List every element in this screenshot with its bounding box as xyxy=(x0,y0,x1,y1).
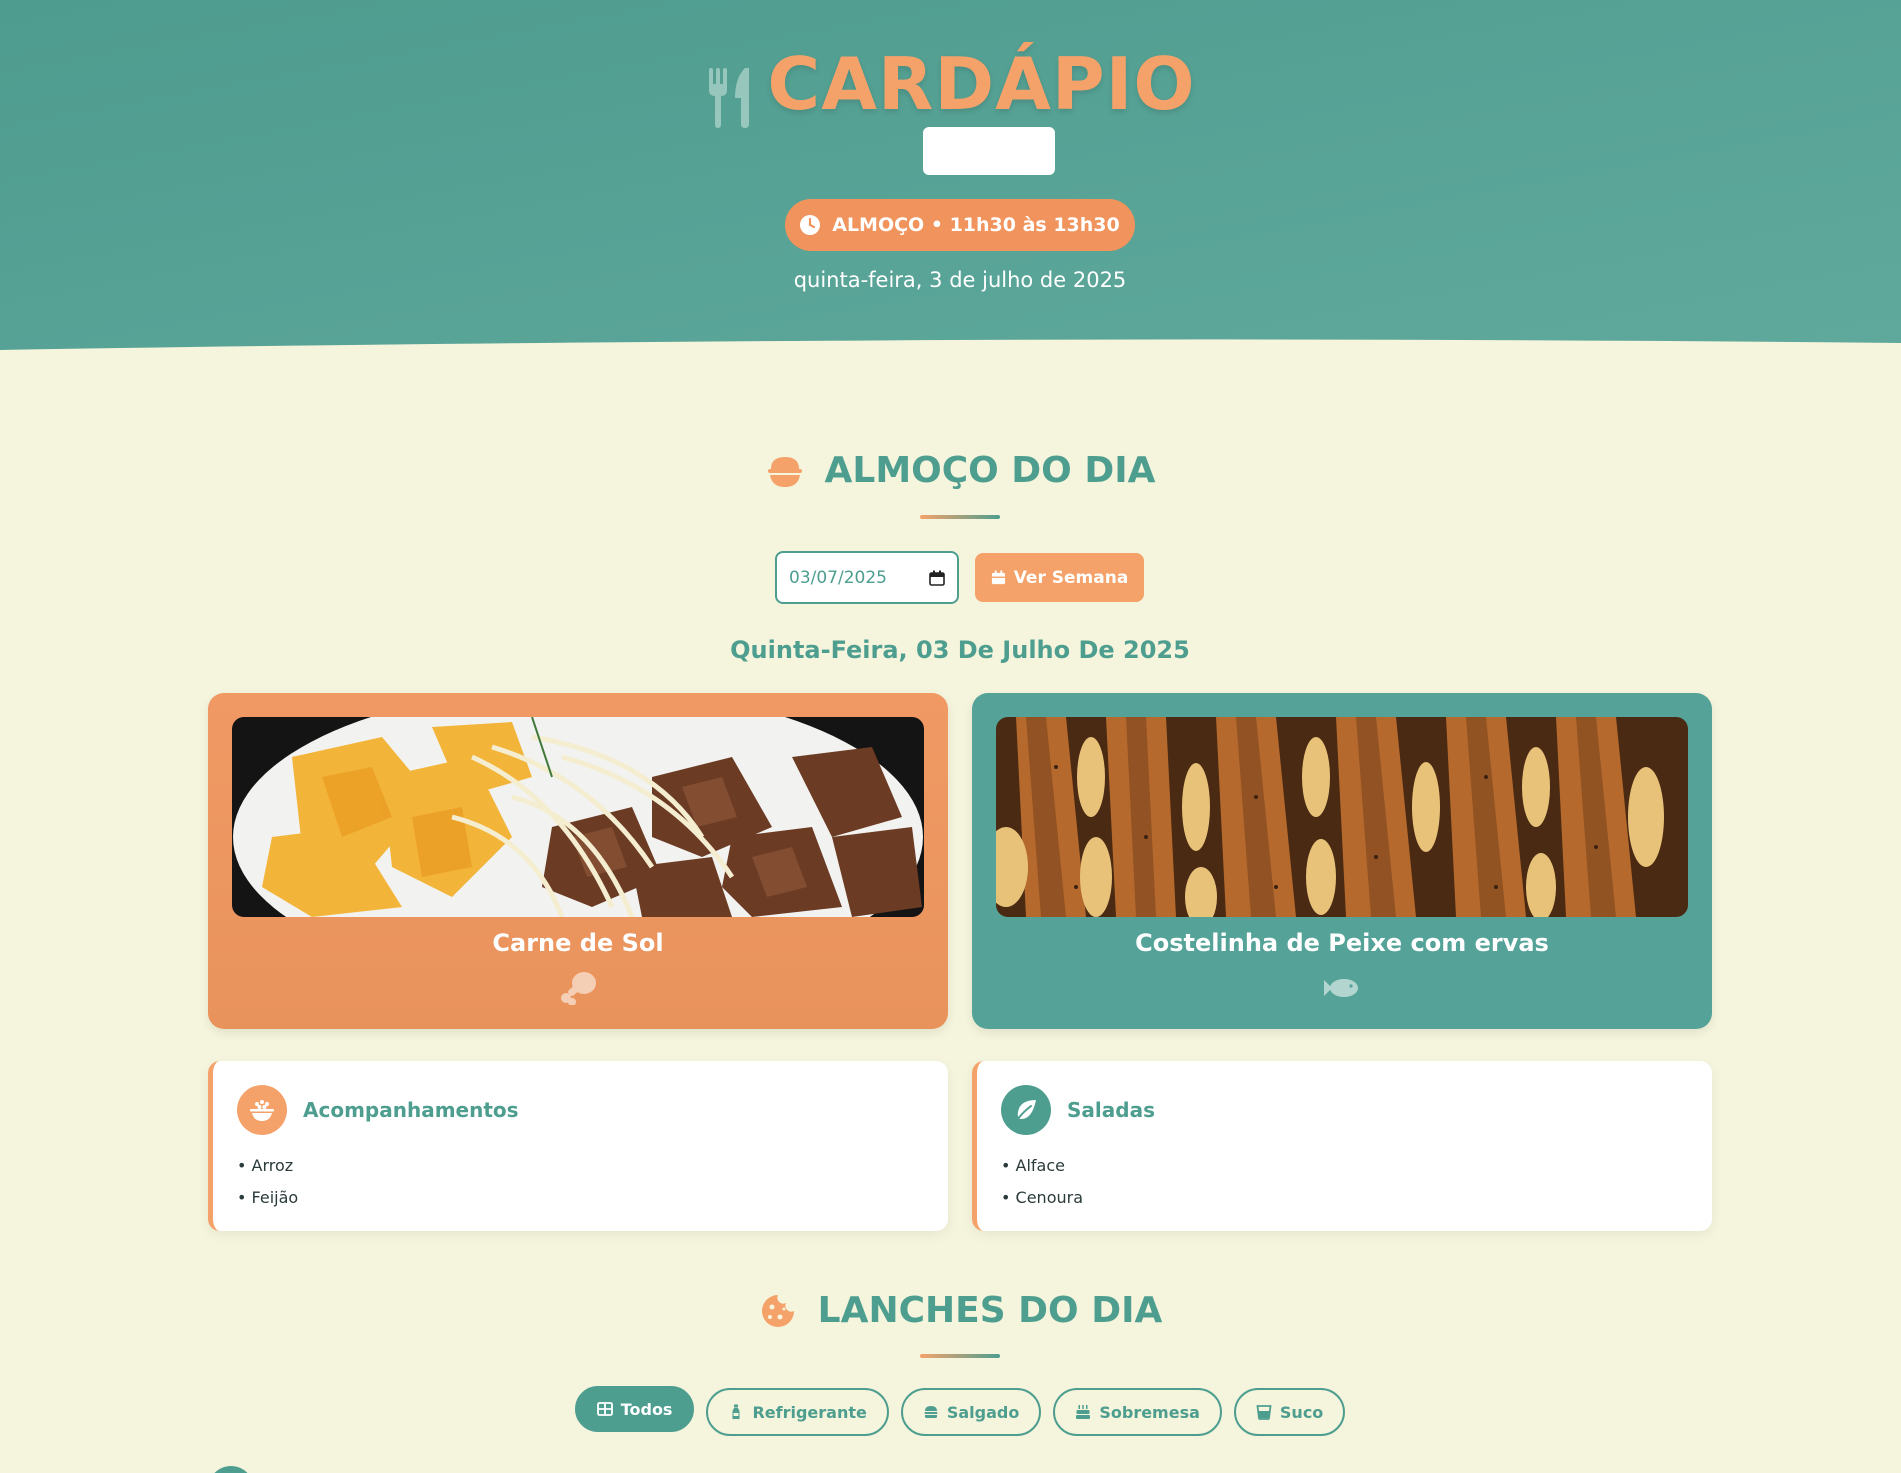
meal-time-badge: ALMOÇO • 11h30 às 13h30 xyxy=(785,199,1135,251)
date-picker-value: 03/07/2025 xyxy=(789,567,887,588)
snacks-section-underline xyxy=(920,1354,1000,1358)
rice-bowl-icon xyxy=(250,1100,274,1121)
selected-day-label: Quinta-Feira, 03 De Julho De 2025 xyxy=(730,636,1190,664)
lunch-section-title: ALMOÇO DO DIA xyxy=(0,450,1901,491)
brand: CARDÁPIO xyxy=(0,40,1901,128)
grid-icon xyxy=(596,1402,613,1416)
date-picker-input[interactable]: 03/07/2025 xyxy=(775,551,959,604)
filter-label: Todos xyxy=(620,1399,673,1419)
dish-photo xyxy=(232,717,924,917)
view-week-label: Ver Semana xyxy=(1013,567,1129,588)
filter-label: Sobremesa xyxy=(1099,1402,1200,1422)
sides-header: Acompanhamentos xyxy=(237,1085,519,1135)
snack-card-icon-badge xyxy=(208,1466,254,1473)
salads-card: Saladas Alface Cenoura xyxy=(972,1061,1712,1231)
dish-name: Costelinha de Peixe com ervas xyxy=(1135,929,1549,957)
sides-card: Acompanhamentos Arroz Feijão xyxy=(208,1061,948,1231)
list-item: Feijão xyxy=(237,1182,299,1214)
list-item: Cenoura xyxy=(1001,1182,1083,1214)
salads-list: Alface Cenoura xyxy=(1001,1150,1083,1214)
filter-label: Refrigerante xyxy=(752,1402,867,1422)
dish-photo xyxy=(996,717,1688,917)
calendar-icon[interactable] xyxy=(929,570,945,586)
page-title: CARDÁPIO xyxy=(767,42,1196,126)
bowl-icon xyxy=(767,456,802,487)
snack-filter-bar: Todos Refrigerante Salgado Sobremesa Suc… xyxy=(0,1386,1901,1436)
sides-list: Arroz Feijão xyxy=(237,1150,299,1214)
bottle-icon xyxy=(732,1404,740,1419)
lunch-section-underline xyxy=(920,515,1000,519)
filter-label: Salgado xyxy=(946,1402,1020,1422)
dish-card[interactable]: Costelinha de Peixe com ervas xyxy=(972,693,1712,1029)
view-week-button[interactable]: Ver Semana xyxy=(975,553,1144,602)
calendar-icon xyxy=(991,570,1005,585)
snacks-section-title: LANCHES DO DIA xyxy=(0,1290,1901,1331)
cake-icon xyxy=(1076,1405,1091,1419)
logo-placeholder xyxy=(923,127,1055,175)
filter-refrigerante[interactable]: Refrigerante xyxy=(706,1388,889,1436)
filter-suco[interactable]: Suco xyxy=(1233,1388,1346,1436)
clock-icon xyxy=(800,215,821,235)
utensils-icon xyxy=(709,68,750,128)
salads-icon-badge xyxy=(1001,1085,1051,1135)
filter-todos[interactable]: Todos xyxy=(574,1386,695,1432)
cookie-icon xyxy=(761,1294,794,1327)
dish-name: Carne de Sol xyxy=(492,929,664,957)
salads-header: Saladas xyxy=(1001,1085,1155,1135)
page-header: CARDÁPIO ALMOÇO • 11h30 às 13h30 quinta-… xyxy=(0,0,1901,360)
fish-icon xyxy=(1324,979,1358,997)
snacks-section-label: LANCHES DO DIA xyxy=(817,1290,1163,1331)
list-item: Alface xyxy=(1001,1150,1083,1182)
sides-title: Acompanhamentos xyxy=(303,1098,519,1122)
salads-title: Saladas xyxy=(1067,1098,1155,1122)
header-date: quinta-feira, 3 de julho de 2025 xyxy=(793,268,1127,292)
filter-label: Suco xyxy=(1279,1402,1324,1422)
lunch-section-label: ALMOÇO DO DIA xyxy=(824,450,1156,491)
filter-sobremesa[interactable]: Sobremesa xyxy=(1053,1388,1222,1436)
burger-icon xyxy=(924,1406,938,1418)
leaf-icon xyxy=(1016,1100,1036,1121)
drumstick-icon xyxy=(561,972,596,1005)
glass-icon xyxy=(1256,1405,1272,1420)
dish-card[interactable]: Carne de Sol xyxy=(208,693,948,1029)
meal-time-label: ALMOÇO • 11h30 às 13h30 xyxy=(832,214,1120,236)
list-item: Arroz xyxy=(237,1150,298,1182)
sides-icon-badge xyxy=(237,1085,287,1135)
filter-salgado[interactable]: Salgado xyxy=(900,1388,1042,1436)
